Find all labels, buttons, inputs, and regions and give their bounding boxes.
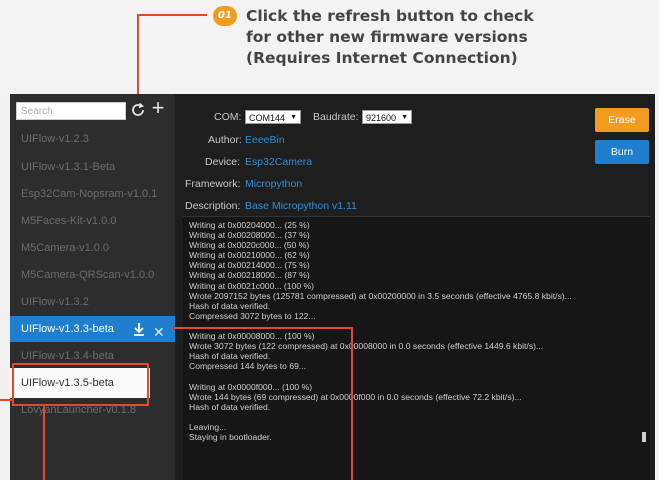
erase-button[interactable]: Erase — [595, 108, 649, 132]
firmware-item[interactable]: UIFlow-v1.3.2 — [10, 289, 175, 315]
burn-button[interactable]: Burn — [595, 140, 649, 164]
firmware-item-selected[interactable]: UIFlow-v1.3.3-beta ✕ — [10, 316, 175, 342]
device-value: Esp32Camera — [245, 156, 313, 168]
firmware-item[interactable]: LovyanLauncher-v0.1.8 — [10, 397, 175, 423]
firmware-item-highlighted[interactable]: UIFlow-v1.3.5-beta — [10, 368, 150, 398]
add-icon[interactable]: + — [148, 97, 168, 119]
burner-window: + UIFlow-v1.2.3 UIFlow-v1.3.1-Beta Esp32… — [10, 94, 655, 480]
annotation-box — [12, 363, 14, 406]
callout-text: Click the refresh button to check for ot… — [246, 6, 586, 69]
log-line: Hash of data verified. — [189, 300, 271, 311]
step-badge: 01 — [213, 6, 237, 26]
log-line: Wrote 144 bytes (69 compressed) at 0x000… — [189, 391, 522, 402]
annotation-box — [12, 404, 149, 406]
log-line: Writing at 0x00214000... (75 %) — [189, 260, 310, 271]
annotation-box — [12, 363, 149, 365]
firmware-detail-panel: COM: COM144 ▼ Baudrate: 921600 ▼ Author: E… — [175, 94, 655, 480]
com-select-value: COM144 — [249, 113, 286, 123]
download-icon[interactable] — [131, 321, 147, 337]
firmware-item[interactable]: UIFlow-v1.3.1-Beta — [10, 154, 175, 180]
author-label: Author: — [208, 134, 242, 146]
baudrate-label: Baudrate: — [313, 111, 359, 123]
log-line: Writing at 0x0021c000... (100 %) — [189, 280, 314, 291]
com-select[interactable]: COM144 ▼ — [245, 110, 301, 124]
baudrate-select[interactable]: 921600 ▼ — [362, 110, 412, 124]
firmware-item[interactable]: UIFlow-v1.2.3 — [10, 126, 175, 152]
log-line: Compressed 3072 bytes to 122... — [189, 310, 316, 321]
log-line: Writing at 0x00008000... (100 %) — [189, 331, 315, 342]
log-line: Writing at 0x00210000... (62 %) — [189, 250, 310, 261]
callout-line: (Requires Internet Connection) — [246, 49, 518, 67]
description-value: Base Micropython v1.11 — [245, 200, 357, 212]
log-line: Compressed 144 bytes to 69... — [189, 361, 307, 372]
log-line: Hash of data verified. — [189, 401, 271, 412]
annotation-line — [351, 327, 353, 480]
callout-line: for other new firmware versions — [246, 28, 528, 46]
firmware-item[interactable]: M5Faces-Kit-v1.0.0 — [10, 208, 175, 234]
log-line: Staying in bootloader. — [189, 431, 272, 442]
instruction-callout: 01 Click the refresh button to check for… — [0, 0, 659, 95]
log-console: Writing at 0x00204000... (25 %) Writing … — [183, 216, 650, 480]
log-line: Wrote 3072 bytes (122 compressed) at 0x0… — [189, 341, 544, 352]
log-line: Leaving... — [189, 421, 227, 432]
com-label: COM: — [214, 111, 242, 123]
log-line: Writing at 0x0000f000... (100 %) — [189, 381, 313, 392]
framework-label: Framework: — [185, 178, 241, 190]
annotation-line — [137, 14, 207, 16]
annotation-line — [43, 406, 45, 480]
firmware-item-label: UIFlow-v1.3.3-beta — [21, 323, 114, 335]
close-icon[interactable]: ✕ — [153, 319, 165, 345]
console-scrollbar[interactable] — [642, 432, 646, 443]
framework-value: Micropython — [245, 178, 303, 190]
firmware-item[interactable]: M5Camera-v1.0.0 — [10, 235, 175, 261]
annotation-line — [0, 399, 12, 401]
firmware-item[interactable]: UIFlow-v1.3.4-beta — [10, 343, 175, 369]
log-line: Writing at 0x0020c000... (50 %) — [189, 240, 310, 251]
annotation-line — [137, 14, 139, 94]
callout-line: Click the refresh button to check — [246, 7, 534, 25]
log-line: Writing at 0x00204000... (25 %) — [189, 220, 310, 230]
search-input[interactable] — [16, 102, 126, 120]
author-value: EeeeBin — [245, 134, 285, 146]
log-line: Wrote 2097152 bytes (125781 compressed) … — [189, 290, 572, 301]
log-line: Hash of data verified. — [189, 351, 271, 362]
firmware-item[interactable]: M5Camera-QRScan-v1.0.0 — [10, 262, 175, 288]
annotation-line — [172, 327, 353, 329]
firmware-sidebar: + UIFlow-v1.2.3 UIFlow-v1.3.1-Beta Esp32… — [10, 94, 175, 480]
log-line: Writing at 0x00218000... (87 %) — [189, 270, 310, 281]
baudrate-select-value: 921600 — [366, 113, 397, 123]
annotation-box — [147, 363, 149, 406]
firmware-item[interactable]: Esp32Cam-Nopsram-v1.0.1 — [10, 181, 175, 207]
refresh-icon[interactable] — [129, 101, 147, 119]
device-label: Device: — [205, 156, 241, 168]
log-line: Writing at 0x00208000... (37 %) — [189, 230, 310, 241]
chevron-down-icon: ▼ — [401, 114, 408, 121]
chevron-down-icon: ▼ — [290, 114, 297, 121]
description-label: Description: — [185, 200, 241, 212]
